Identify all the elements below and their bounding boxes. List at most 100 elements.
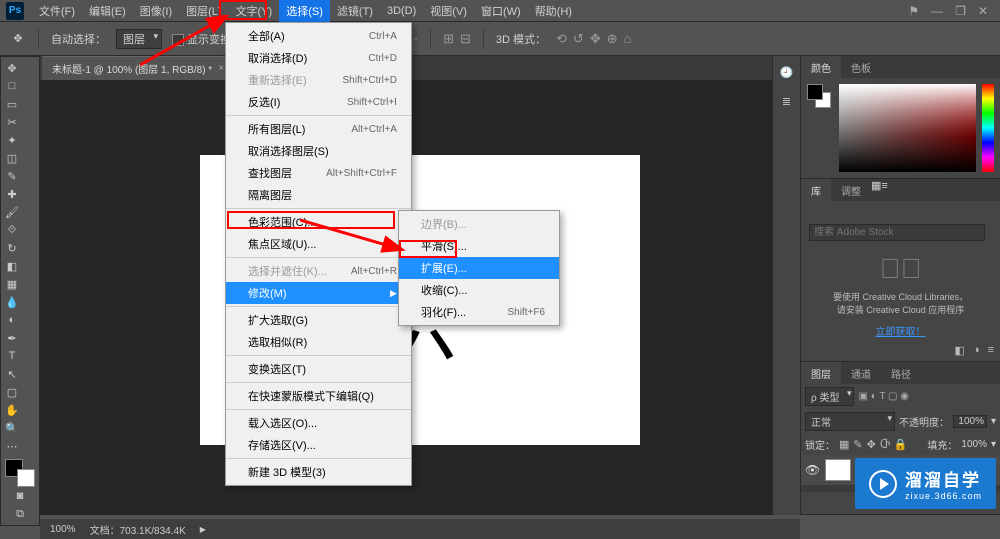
menu-item-quickmask[interactable]: 在快速蒙版模式下编辑(Q) bbox=[226, 385, 411, 407]
menu-item-color-range[interactable]: 色彩范围(C)... bbox=[226, 211, 411, 233]
tab-paths[interactable]: 路径 bbox=[881, 362, 921, 384]
menu-3d[interactable]: 3D(D) bbox=[380, 2, 423, 20]
quick-select-tool[interactable]: ✦ bbox=[3, 131, 21, 149]
menu-type[interactable]: 文字(Y) bbox=[229, 0, 280, 22]
tab-layers[interactable]: 图层 bbox=[801, 362, 841, 384]
menu-select[interactable]: 选择(S) bbox=[279, 0, 330, 22]
menu-view[interactable]: 视图(V) bbox=[423, 0, 474, 22]
move-tool[interactable]: ✥ bbox=[3, 59, 21, 77]
auto-select-dropdown[interactable]: 图层 bbox=[116, 29, 162, 49]
show-transform-checkbox[interactable] bbox=[172, 34, 184, 46]
blur-tool[interactable]: 💧 bbox=[3, 293, 21, 311]
lock-pixels-icon[interactable]: ▦ bbox=[839, 438, 849, 451]
menu-file[interactable]: 文件(F) bbox=[32, 0, 82, 22]
shape-tool[interactable]: ▢ bbox=[3, 383, 21, 401]
panel-icon-a[interactable]: ◧ bbox=[955, 344, 965, 357]
quickmask-tool[interactable]: ◙ bbox=[3, 487, 37, 505]
lock-all-icon[interactable]: 🔒 bbox=[894, 438, 908, 451]
menu-item-similar[interactable]: 选取相似(R) bbox=[226, 331, 411, 353]
zoom-tool[interactable]: 🔍 bbox=[3, 419, 21, 437]
menu-window[interactable]: 窗口(W) bbox=[474, 0, 528, 22]
menu-help[interactable]: 帮助(H) bbox=[528, 0, 579, 22]
hue-slider[interactable] bbox=[982, 84, 994, 172]
lock-nesting-icon[interactable]: Ⴇ bbox=[880, 438, 890, 451]
minimize-button[interactable]: — bbox=[931, 4, 943, 18]
zoom-level[interactable]: 100% bbox=[50, 524, 76, 535]
path-select-tool[interactable]: ↖ bbox=[3, 365, 21, 383]
blend-mode-dropdown[interactable]: 正常 bbox=[805, 412, 895, 431]
lock-artboard-icon[interactable]: ✥ bbox=[867, 438, 876, 451]
menu-filter[interactable]: 滤镜(T) bbox=[330, 0, 380, 22]
opacity-value[interactable]: 100% bbox=[953, 415, 987, 428]
crop-tool[interactable]: ◫ bbox=[3, 149, 21, 167]
color-picker[interactable] bbox=[839, 84, 976, 172]
close-button[interactable]: ✕ bbox=[978, 4, 988, 18]
tab-adjustments[interactable]: 调整 bbox=[831, 179, 871, 201]
menu-item-new-3d[interactable]: 新建 3D 模型(3) bbox=[226, 461, 411, 483]
menu-layer[interactable]: 图层(L) bbox=[179, 0, 228, 22]
submenu-feather[interactable]: 羽化(F)...Shift+F6 bbox=[399, 301, 559, 323]
doc-info[interactable]: 文档：703.1K/834.4K bbox=[90, 522, 186, 537]
fill-value[interactable]: 100% bbox=[961, 439, 987, 450]
tab-libraries[interactable]: 库 bbox=[801, 179, 831, 201]
lasso-tool[interactable]: ✂ bbox=[3, 113, 21, 131]
pen-tool[interactable]: ✒ bbox=[3, 329, 21, 347]
edit-toolbar[interactable]: ⋯ bbox=[3, 437, 21, 455]
submenu-expand[interactable]: 扩展(E)... bbox=[399, 257, 559, 279]
menu-item-all[interactable]: 全部(A)Ctrl+A bbox=[226, 25, 411, 47]
menu-item-inverse[interactable]: 反选(I)Shift+Ctrl+I bbox=[226, 91, 411, 113]
panel-icon-c[interactable]: ≡ bbox=[988, 344, 994, 357]
menu-item-all-layers[interactable]: 所有图层(L)Alt+Ctrl+A bbox=[226, 118, 411, 140]
arrange-icons[interactable]: ⊞⊟ bbox=[443, 31, 471, 47]
panel-icon-b[interactable]: ◑ bbox=[973, 344, 980, 357]
filter-kind-dropdown[interactable]: ρ 类型 bbox=[805, 387, 854, 406]
menu-item-find-layers[interactable]: 查找图层Alt+Shift+Ctrl+F bbox=[226, 162, 411, 184]
grid-view-icon[interactable]: ≡ bbox=[881, 180, 887, 192]
layer-thumb[interactable] bbox=[825, 459, 851, 481]
tab-color[interactable]: 颜色 bbox=[801, 56, 841, 78]
doc-info-menu-icon[interactable]: ▶ bbox=[200, 525, 206, 534]
menu-item-deselect[interactable]: 取消选择(D)Ctrl+D bbox=[226, 47, 411, 69]
stock-search-input[interactable] bbox=[809, 224, 985, 241]
3d-mode-icons[interactable]: ⟲↺✥⊕⌂ bbox=[556, 31, 631, 47]
list-view-icon[interactable]: ▦ bbox=[871, 180, 881, 192]
menu-item-load-selection[interactable]: 载入选区(O)... bbox=[226, 412, 411, 434]
history-panel-icon[interactable]: 🕘 bbox=[780, 66, 794, 79]
submenu-smooth[interactable]: 平滑(S)... bbox=[399, 235, 559, 257]
color-swatches[interactable] bbox=[3, 459, 37, 487]
panel-swatches[interactable] bbox=[807, 84, 833, 172]
stamp-tool[interactable]: ⟐ bbox=[3, 221, 21, 239]
type-tool[interactable]: T bbox=[3, 347, 21, 365]
artboard-tool[interactable]: □ bbox=[3, 77, 21, 95]
libraries-get-link[interactable]: 立即获取！ bbox=[876, 323, 926, 338]
document-tab[interactable]: 未标题-1 @ 100% (图层 1, RGB/8) * × bbox=[42, 56, 234, 80]
close-tab-icon[interactable]: × bbox=[218, 63, 224, 74]
menu-item-focus-area[interactable]: 焦点区域(U)... bbox=[226, 233, 411, 255]
tab-channels[interactable]: 通道 bbox=[841, 362, 881, 384]
screenmode-tool[interactable]: ⧉ bbox=[3, 505, 37, 523]
menu-item-deselect-layers[interactable]: 取消选择图层(S) bbox=[226, 140, 411, 162]
menu-item-isolate-layers[interactable]: 隔离图层 bbox=[226, 184, 411, 206]
visibility-icon[interactable]: 👁 bbox=[805, 463, 819, 477]
menu-item-save-selection[interactable]: 存储选区(V)... bbox=[226, 434, 411, 456]
history-brush-tool[interactable]: ↻ bbox=[3, 239, 21, 257]
properties-panel-icon[interactable]: ≣ bbox=[782, 95, 791, 108]
marquee-tool[interactable]: ▭ bbox=[3, 95, 21, 113]
menu-item-transform-selection[interactable]: 变换选区(T) bbox=[226, 358, 411, 380]
menu-item-grow[interactable]: 扩大选取(G) bbox=[226, 309, 411, 331]
eyedropper-tool[interactable]: ✎ bbox=[3, 167, 21, 185]
dodge-tool[interactable]: ◐ bbox=[3, 311, 21, 329]
restore-button[interactable]: ❐ bbox=[955, 4, 966, 18]
lock-position-icon[interactable]: ✎ bbox=[853, 438, 862, 451]
gradient-tool[interactable]: ▦ bbox=[3, 275, 21, 293]
hand-tool[interactable]: ✋ bbox=[3, 401, 21, 419]
healing-tool[interactable]: ✚ bbox=[3, 185, 21, 203]
notification-icon[interactable]: ⚑ bbox=[908, 4, 919, 18]
menu-edit[interactable]: 编辑(E) bbox=[82, 0, 133, 22]
filter-icons[interactable]: ▣ ◐ T ▢ ◉ bbox=[858, 391, 909, 402]
tab-swatches[interactable]: 色板 bbox=[841, 56, 881, 78]
menu-item-modify[interactable]: 修改(M)▶ bbox=[226, 282, 411, 304]
menu-image[interactable]: 图像(I) bbox=[133, 0, 179, 22]
eraser-tool[interactable]: ◧ bbox=[3, 257, 21, 275]
submenu-contract[interactable]: 收缩(C)... bbox=[399, 279, 559, 301]
